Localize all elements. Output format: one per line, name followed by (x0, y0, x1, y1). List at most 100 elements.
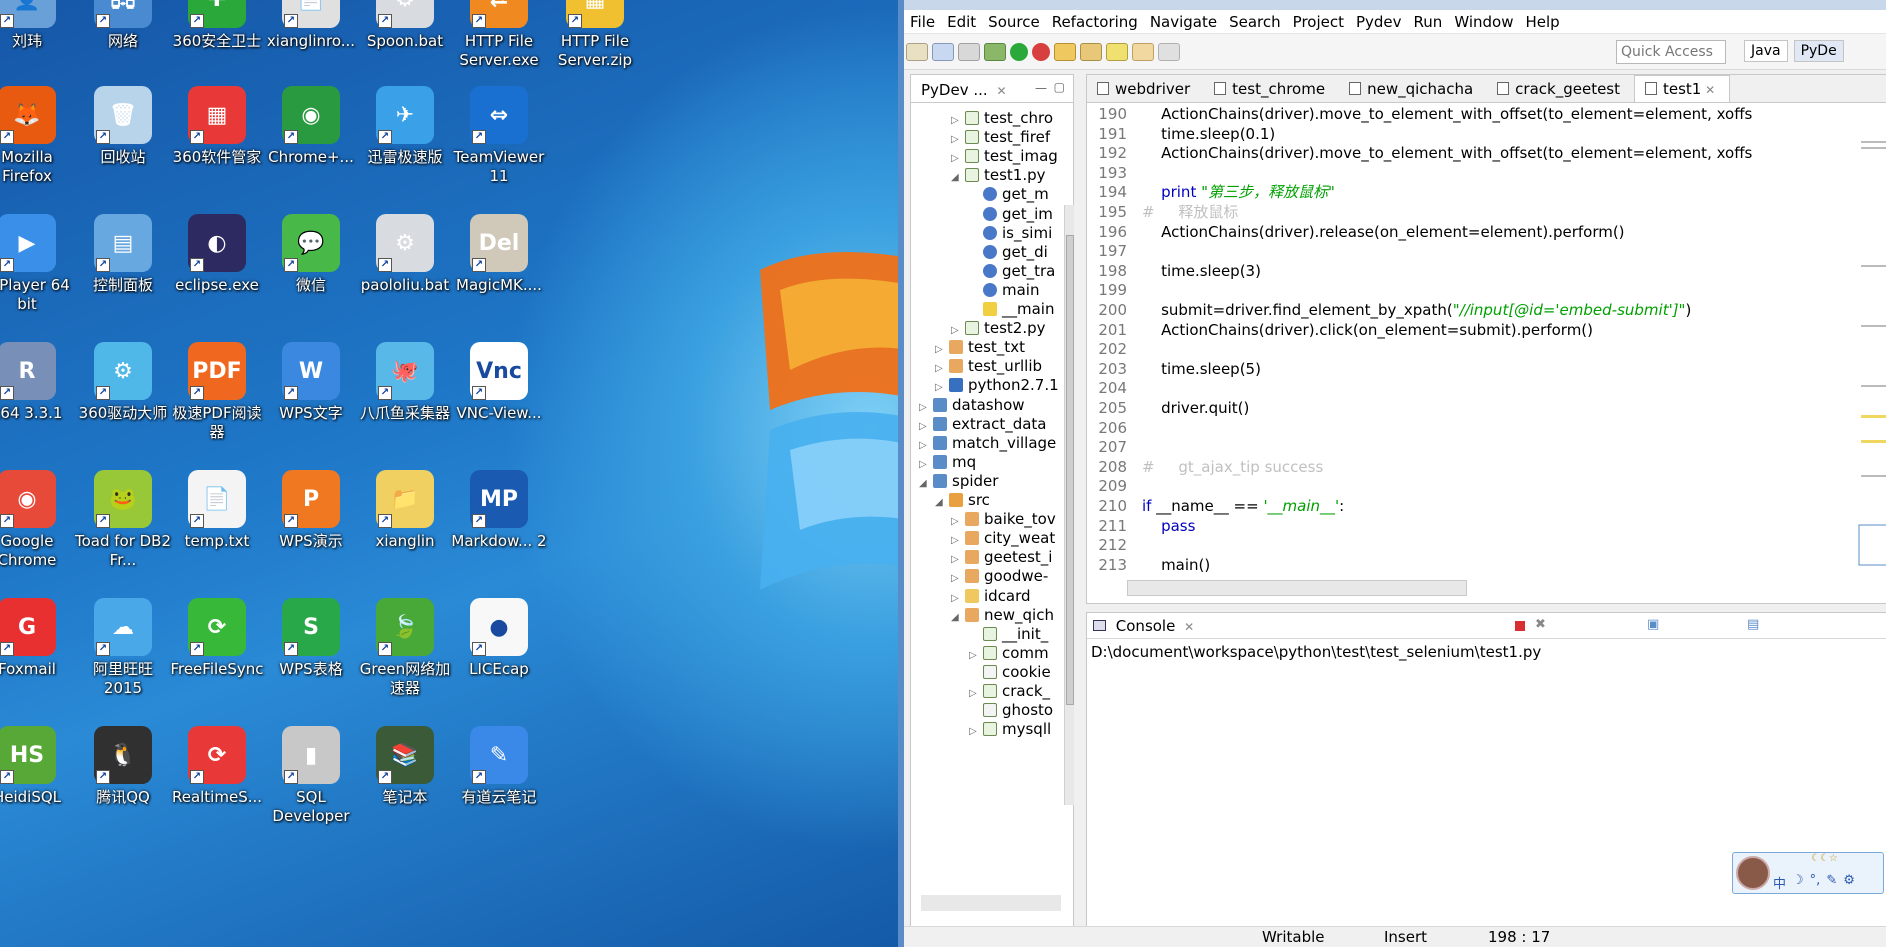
editor-tab-test-chrome[interactable]: test_chrome (1204, 76, 1339, 102)
menu-refactoring[interactable]: Refactoring (1052, 13, 1138, 31)
desktop-icon[interactable]: ▤ ↗ 控制面板 (74, 214, 172, 295)
ime-button[interactable]: ☽ (1792, 873, 1804, 892)
scroll-thumb[interactable] (1066, 235, 1074, 705)
editor-tab-test1[interactable]: test1 ✕ (1634, 75, 1731, 102)
code-line[interactable]: 206 (1087, 418, 1886, 438)
forward-icon[interactable] (1158, 42, 1180, 61)
code-line[interactable]: 204 (1087, 378, 1886, 398)
desktop-icon[interactable]: ⚙ ↗ 360驱动大师 (74, 342, 172, 423)
tree-item[interactable]: ▷ mysqll (969, 718, 1051, 741)
desktop-icon[interactable]: ⚙↗ Spoon.bat (356, 0, 454, 51)
quick-access-input[interactable]: Quick Access (1616, 40, 1726, 64)
desktop-icon[interactable]: ⇔ ↗ TeamViewer 11 (450, 86, 548, 186)
run-icon[interactable] (1010, 42, 1028, 61)
code-line[interactable]: 191 time.sleep(0.1) (1087, 124, 1886, 144)
desktop-icon[interactable]: ⟳ ↗ FreeFileSync (168, 598, 266, 679)
desktop-icon[interactable]: ✚↗360安全卫士 (168, 0, 266, 51)
desktop-icon[interactable]: ◉ ↗ Chrome+... (262, 86, 360, 167)
console-tab[interactable]: Console ✕ ✖ ▣ ▤ (1087, 613, 1886, 639)
editor-tab-new-qichacha[interactable]: new_qichacha (1339, 76, 1487, 102)
code-line[interactable]: 209 (1087, 476, 1886, 496)
menu-edit[interactable]: Edit (947, 13, 976, 31)
code-line[interactable]: 213 main() (1087, 555, 1886, 574)
annotation-icon[interactable] (1106, 42, 1128, 61)
desktop-icon[interactable]: ◐ ↗ eclipse.exe (168, 214, 266, 295)
menu-file[interactable]: File (910, 13, 935, 31)
desktop-icon[interactable]: W ↗ WPS文字 (262, 342, 360, 423)
desktop-icon[interactable]: ▦↗ HTTP File Server.zip (546, 0, 644, 70)
desktop-icon[interactable]: P ↗ WPS演示 (262, 470, 360, 551)
open-folder-icon[interactable] (1054, 42, 1076, 61)
code-line[interactable]: 207 (1087, 437, 1886, 457)
ime-button[interactable]: ✎ (1826, 873, 1837, 892)
pydev-perspective-button[interactable]: PyDe (1793, 40, 1844, 62)
desktop-icon[interactable]: 📄↗xianglinro... (262, 0, 360, 51)
desktop-icon[interactable]: S ↗ WPS表格 (262, 598, 360, 679)
code-line[interactable]: 205 driver.quit() (1087, 398, 1886, 418)
desktop-icon[interactable]: 📚 ↗ 笔记本 (356, 726, 454, 807)
desktop-icon[interactable]: MP ↗ Markdow... 2 (450, 470, 548, 551)
code-line[interactable]: 198 time.sleep(3) (1087, 261, 1886, 281)
code-line[interactable]: 194 print "第三步，释放鼠标" (1087, 182, 1886, 202)
code-line[interactable]: 193 (1087, 163, 1886, 183)
desktop-icon[interactable]: G ↗ Foxmail (0, 598, 76, 679)
desktop-icon[interactable]: 🦊 ↗ Mozilla Firefox (0, 86, 76, 186)
desktop-icon[interactable]: 🍃 ↗ Green网络加速器 (356, 598, 454, 698)
remove-launch-icon[interactable]: ✖ (1535, 617, 1546, 632)
menu-source[interactable]: Source (988, 13, 1040, 31)
desktop-icon[interactable]: ✈ ↗ 迅雷极速版 (356, 86, 454, 167)
code-line[interactable]: 199 (1087, 280, 1886, 300)
desktop-icon[interactable]: ✎ ↗ 有道云笔记 (450, 726, 548, 807)
ime-button[interactable]: 中 (1773, 873, 1786, 892)
code-line[interactable]: 210 if __name__ == '__main__': (1087, 496, 1886, 516)
java-perspective-button[interactable]: Java (1744, 40, 1788, 62)
menu-window[interactable]: Window (1454, 13, 1513, 31)
code-line[interactable]: 212 (1087, 535, 1886, 555)
ime-button[interactable]: ⚙ (1843, 873, 1855, 892)
search-icon[interactable] (1080, 42, 1102, 61)
stop-icon[interactable] (1032, 42, 1050, 61)
code-line[interactable]: 203 time.sleep(5) (1087, 359, 1886, 379)
desktop-icon[interactable]: ⇄↗HTTP File Server.exe (450, 0, 548, 70)
code-line[interactable]: 200 submit=driver.find_element_by_xpath(… (1087, 300, 1886, 320)
expand-arrow-icon[interactable]: ◢ (935, 491, 949, 514)
debug-icon[interactable] (984, 42, 1006, 61)
code-area[interactable]: 190 ActionChains(driver).move_to_element… (1087, 104, 1886, 574)
save-icon[interactable] (932, 42, 954, 61)
terminate-icon[interactable] (1515, 621, 1525, 631)
desktop-icon[interactable]: PDF ↗ 极速PDF阅读器 (168, 342, 266, 442)
desktop-icon[interactable]: 🗑 ↗ 回收站 (74, 86, 172, 167)
code-line[interactable]: 197 (1087, 241, 1886, 261)
desktop-icon[interactable]: R↗x64 3.3.1 (0, 342, 76, 423)
desktop-icon[interactable]: ⚙ ↗ paololiu.bat (356, 214, 454, 295)
code-line[interactable]: 196 ActionChains(driver).release(on_elem… (1087, 222, 1886, 242)
desktop-icon[interactable]: 🐸 ↗ Toad for DB2 Fr... (74, 470, 172, 570)
code-line[interactable]: 208 # gt_ajax_tip success (1087, 457, 1886, 477)
editor-tab-crack-geetest[interactable]: crack_geetest (1487, 76, 1634, 102)
desktop-icon[interactable]: ▮ ↗ SQL Developer (262, 726, 360, 826)
desktop-icon[interactable]: ☁ ↗ 阿里旺旺 2015 (74, 598, 172, 698)
desktop-icon[interactable]: Del ↗ MagicMK.... (450, 214, 548, 295)
ime-button[interactable]: °, (1810, 873, 1821, 892)
desktop-icon[interactable]: 📁 ↗ xianglin (356, 470, 454, 551)
desktop-icon[interactable]: ● ↗ LICEcap (450, 598, 548, 679)
explorer-tab[interactable]: PyDev ... ✕ — ▢ (911, 75, 1073, 103)
code-line[interactable]: 190 ActionChains(driver).move_to_element… (1087, 104, 1886, 124)
desktop-icon[interactable]: 💬 ↗ 微信 (262, 214, 360, 295)
new-icon[interactable] (906, 42, 928, 61)
expand-arrow-icon[interactable]: ▷ (969, 720, 983, 743)
pin-console-icon[interactable]: ▣ (1647, 617, 1659, 632)
desktop-icon[interactable]: ▦ ↗ 360软件管家 (168, 86, 266, 167)
menu-pydev[interactable]: Pydev (1356, 13, 1402, 31)
explorer-horizontal-scrollbar[interactable] (921, 895, 1061, 911)
code-line[interactable]: 195 # 释放鼠标 (1087, 202, 1886, 222)
code-line[interactable]: 201 ActionChains(driver).click(on_elemen… (1087, 320, 1886, 340)
editor-horizontal-scrollbar[interactable] (1127, 580, 1467, 596)
print-icon[interactable] (958, 42, 980, 61)
menu-project[interactable]: Project (1293, 13, 1344, 31)
editor-tab-webdriver[interactable]: webdriver (1087, 76, 1204, 102)
code-line[interactable]: 202 (1087, 339, 1886, 359)
menu-run[interactable]: Run (1414, 13, 1443, 31)
explorer-vertical-scrollbar[interactable] (1064, 205, 1074, 805)
close-icon[interactable]: ✕ (996, 84, 1006, 98)
